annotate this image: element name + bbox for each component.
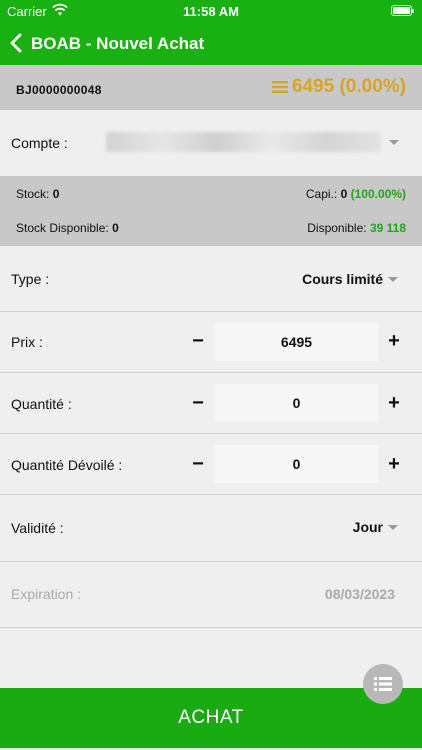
- disponible-label: Disponible:: [307, 221, 367, 235]
- prix-decrement-button[interactable]: −: [188, 331, 208, 351]
- battery-icon: [391, 5, 414, 16]
- capi-label: Capi.:: [305, 187, 338, 201]
- type-select-value[interactable]: Cours limité: [302, 271, 383, 287]
- stock-info-panel: Stock: 0 Capi.: 0 (100.00%) Stock Dispon…: [0, 176, 422, 246]
- quantite-label: Quantité :: [11, 396, 72, 412]
- list-icon: [374, 677, 392, 691]
- expiration-row: Expiration : 08/03/2023: [0, 562, 422, 628]
- list-lines-icon: [271, 81, 288, 93]
- account-dropdown-caret-icon[interactable]: [389, 140, 399, 145]
- stock-disponible-info: Stock Disponible: 0: [16, 221, 119, 235]
- quantite-devoilee-increment-button[interactable]: +: [384, 454, 404, 474]
- account-label: Compte :: [11, 135, 68, 151]
- stock-value: 0: [52, 187, 60, 201]
- quantite-increment-button[interactable]: +: [384, 393, 404, 413]
- validite-select-value[interactable]: Jour: [353, 519, 383, 535]
- account-value-redacted[interactable]: [106, 132, 381, 152]
- type-row[interactable]: Type : Cours limité: [0, 246, 422, 312]
- quantite-devoilee-decrement-button[interactable]: −: [188, 454, 208, 474]
- type-label: Type :: [11, 271, 50, 287]
- quantite-input[interactable]: 0: [215, 384, 378, 422]
- quantite-devoilee-input[interactable]: 0: [215, 445, 378, 483]
- validite-row[interactable]: Validité : Jour: [0, 495, 422, 562]
- quantite-row: Quantité : − 0 +: [0, 373, 422, 434]
- instrument-strip: BJ0000000048 6495 (0.00%): [0, 65, 422, 110]
- instrument-price: 6495 (0.00%): [271, 76, 406, 98]
- disponible-info: Disponible: 39 118: [307, 221, 406, 235]
- capi-percent: (100.00%): [350, 187, 406, 201]
- instrument-code: BJ0000000048: [16, 83, 102, 97]
- quantite-decrement-button[interactable]: −: [188, 393, 208, 413]
- prix-increment-button[interactable]: +: [384, 331, 404, 351]
- quantite-devoilee-label: Quantité Dévoilé :: [11, 457, 123, 473]
- stock-disponible-value: 0: [112, 221, 119, 235]
- prix-row: Prix : − 6495 +: [0, 312, 422, 373]
- prix-input[interactable]: 6495: [215, 323, 378, 361]
- stock-disponible-label: Stock Disponible:: [16, 221, 109, 235]
- expiration-label: Expiration :: [11, 586, 82, 602]
- status-bar: Carrier 11:58 AM: [0, 0, 422, 24]
- navigation-bar: BOAB - Nouvel Achat: [0, 26, 422, 62]
- orders-list-button[interactable]: [363, 664, 403, 704]
- validite-label: Validité :: [11, 520, 64, 536]
- page-title: BOAB - Nouvel Achat: [31, 34, 205, 53]
- header-bar: Carrier 11:58 AM BOAB - Nouvel Achat: [0, 0, 422, 65]
- price-value: 6495: [291, 76, 335, 97]
- validite-dropdown-caret-icon[interactable]: [388, 525, 398, 530]
- stock-label: Stock:: [16, 187, 50, 201]
- clock: 11:58 AM: [183, 4, 239, 19]
- prix-label: Prix :: [11, 334, 43, 350]
- expiration-date: 08/03/2023: [324, 586, 395, 602]
- disponible-value: 39 118: [369, 221, 406, 235]
- quantite-devoilee-row: Quantité Dévoilé : − 0 +: [0, 434, 422, 495]
- achat-button[interactable]: ACHAT: [0, 688, 422, 748]
- type-dropdown-caret-icon[interactable]: [388, 277, 398, 282]
- back-chevron-icon[interactable]: [8, 32, 24, 54]
- capi-value: 0: [340, 187, 348, 201]
- account-row[interactable]: Compte :: [0, 110, 422, 176]
- price-change: (0.00%): [339, 76, 406, 97]
- stock-info: Stock: 0: [16, 187, 59, 201]
- capi-info: Capi.: 0 (100.00%): [306, 187, 406, 201]
